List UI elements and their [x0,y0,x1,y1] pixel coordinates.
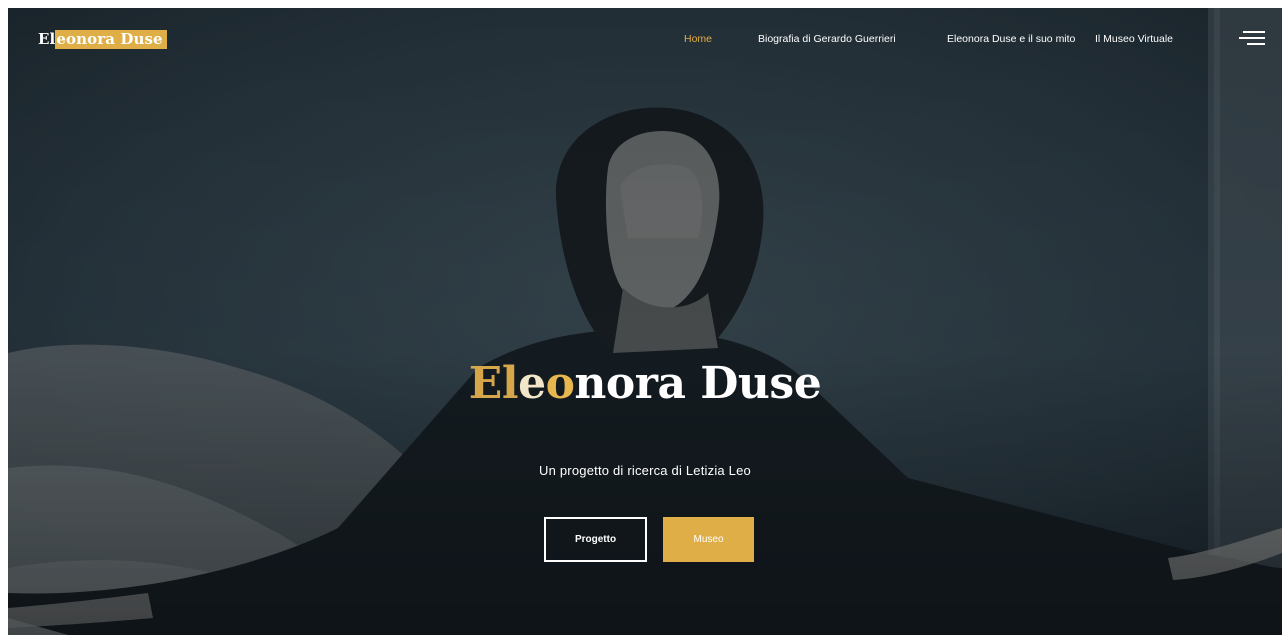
site-header: Eleonora Duse Home Biografia di Gerardo … [8,8,1282,70]
nav-item-biografia[interactable]: Biografia di Gerardo Guerrieri [758,33,896,45]
museo-button[interactable]: Museo [663,517,754,562]
hero-subtitle: Un progetto di ricerca di Letizia Leo [539,463,751,478]
progetto-button[interactable]: Progetto [544,517,647,562]
hero-title-part-3: o [545,358,575,409]
hero-title: Eleonora Duse [8,358,1282,409]
hamburger-menu-icon[interactable] [1239,31,1265,47]
hero-title-part-4: nora Duse [574,358,822,409]
hero-title-part-2: e [518,358,546,409]
hero-title-part-1: El [468,358,519,409]
main-navigation: Home Biografia di Gerardo Guerrieri Eleo… [8,33,1282,47]
nav-item-mito[interactable]: Eleonora Duse e il suo mito [947,33,1075,45]
hero-section: Eleonora Duse Home Biografia di Gerardo … [8,8,1282,635]
nav-item-home[interactable]: Home [684,33,712,45]
nav-item-museo-virtuale[interactable]: Il Museo Virtuale [1095,33,1173,45]
